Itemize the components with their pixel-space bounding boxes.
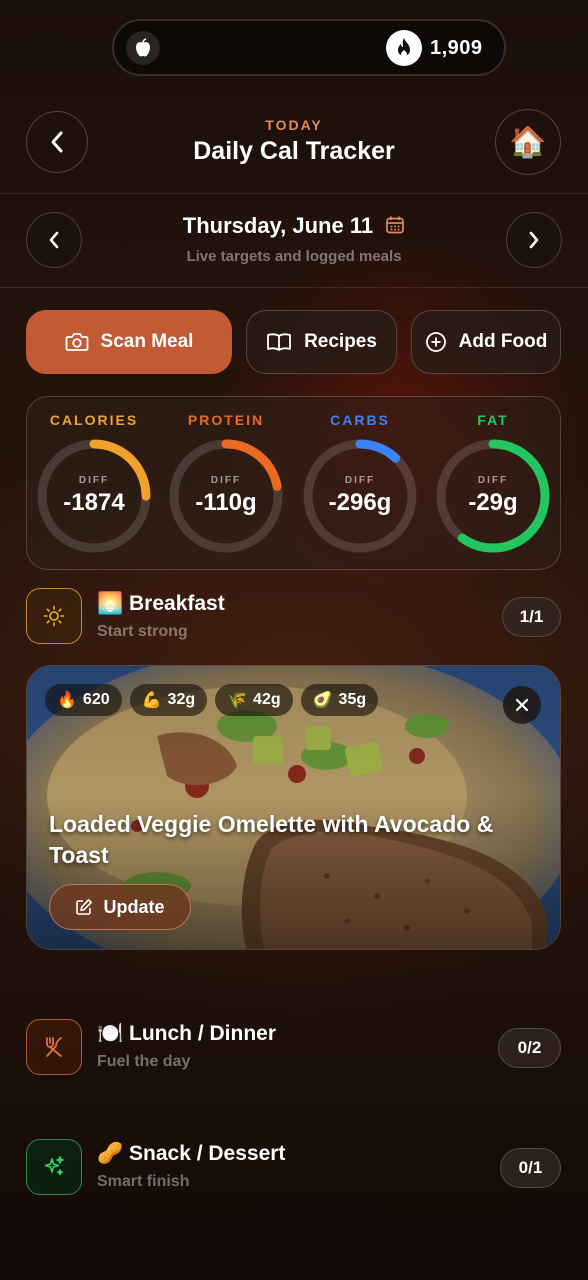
macro-chip-row: 🔥 620 💪 32g 🌾 42g 🥑 35g [45,684,379,716]
diff-label: DIFF [78,475,110,486]
scan-meal-label: Scan Meal [100,331,194,352]
meal-card[interactable]: 🔥 620 💪 32g 🌾 42g 🥑 35g Loaded Veggie Omelet… [26,665,561,950]
lunch-icon-tile [26,1019,82,1075]
protein-diff-value: -110g [195,489,257,516]
calories-chip: 🔥 620 [45,684,122,716]
peanut-icon: 🥜 [97,1142,124,1165]
remove-meal-button[interactable] [503,686,541,724]
sun-icon [43,605,65,627]
plus-circle-icon [425,332,446,352]
muscle-icon: 💪 [141,692,162,709]
calendar-icon [386,216,405,234]
snack-count: 0/1 [500,1148,561,1188]
diff-label: DIFF [477,475,509,486]
lunch-title: 🍽️ Lunch / Dinner [97,1022,276,1045]
protein-chip: 💪 32g [129,684,208,716]
status-time: 12:11 [36,34,87,56]
lunch-count: 0/2 [498,1028,561,1068]
update-button[interactable]: Update [49,884,191,930]
grain-icon: 🌾 [227,692,248,709]
date-label[interactable]: Thursday, June 11 [0,213,588,239]
protein-label: PROTEIN [187,412,265,428]
fat-diff-value: -29g [468,489,518,516]
home-icon: 🏠 [509,125,547,159]
edit-icon [76,899,93,915]
next-day-button[interactable] [506,212,562,268]
calories-diff-value: -1874 [63,489,125,516]
breakfast-subtitle: Start strong [97,623,188,640]
snack-title: 🥜 Snack / Dessert [97,1142,286,1165]
diff-label: DIFF [210,475,242,486]
lunch-subtitle: Fuel the day [97,1053,191,1070]
sparkles-icon [44,1156,64,1176]
scan-meal-button[interactable]: Scan Meal [26,310,232,374]
fat-chip: 🥑 35g [300,684,379,716]
divider [0,193,588,194]
carbs-chip: 🌾 42g [215,684,293,716]
snack-subtitle: Smart finish [97,1173,190,1190]
plate-icon: 🍽️ [97,1022,124,1045]
calorie-pill[interactable]: 1,909 [112,19,506,76]
add-food-label: Add Food [458,331,548,352]
close-icon [515,698,529,712]
avocado-icon: 🥑 [312,692,333,709]
home-button[interactable]: 🏠 [495,109,561,175]
snack-icon-tile [26,1139,82,1195]
divider [0,287,588,288]
fire-icon: 🔥 [57,692,77,709]
recipes-label: Recipes [304,331,377,352]
fat-label: FAT [477,412,509,428]
date-text: Thursday, June 11 [182,213,374,238]
sunrise-icon: 🌅 [97,592,124,615]
calories-label: CALORIES [49,412,139,428]
macro-summary-card: CALORIES PROTEIN CARBS FAT DIFF DIFF DIF… [26,396,561,570]
calorie-count: 1,909 [430,37,483,59]
breakfast-count: 1/1 [502,597,561,637]
camera-icon [65,333,88,351]
diff-label: DIFF [344,475,376,486]
add-food-button[interactable]: Add Food [411,310,561,374]
apple-icon [126,31,160,65]
carbs-label: CARBS [330,412,390,428]
breakfast-title: 🌅 Breakfast [97,592,225,615]
chevron-right-icon [529,231,539,249]
carbs-diff-value: -296g [328,489,392,516]
update-label: Update [103,896,165,917]
utensils-icon [46,1037,62,1057]
flame-icon [386,30,422,66]
breakfast-icon-tile [26,588,82,644]
food-name: Loaded Veggie Omelette with Avocado & To… [49,811,494,868]
recipes-button[interactable]: Recipes [246,310,397,374]
date-subtitle: Live targets and logged meals [186,248,402,265]
book-icon [267,333,291,351]
